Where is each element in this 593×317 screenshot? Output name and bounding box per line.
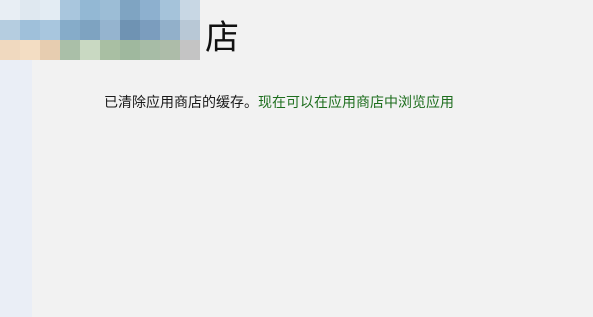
app-title: 店	[205, 18, 239, 58]
cache-cleared-text: 已清除应用商店的缓存。	[104, 95, 258, 111]
pixelated-app-logo-title	[0, 0, 220, 60]
cache-cleared-message: 已清除应用商店的缓存。现在可以在应用商店中浏览应用	[104, 93, 454, 113]
wsreset-window: 店 已清除应用商店的缓存。现在可以在应用商店中浏览应用	[0, 0, 593, 317]
browse-store-link[interactable]: 现在可以在应用商店中浏览应用	[258, 95, 454, 111]
